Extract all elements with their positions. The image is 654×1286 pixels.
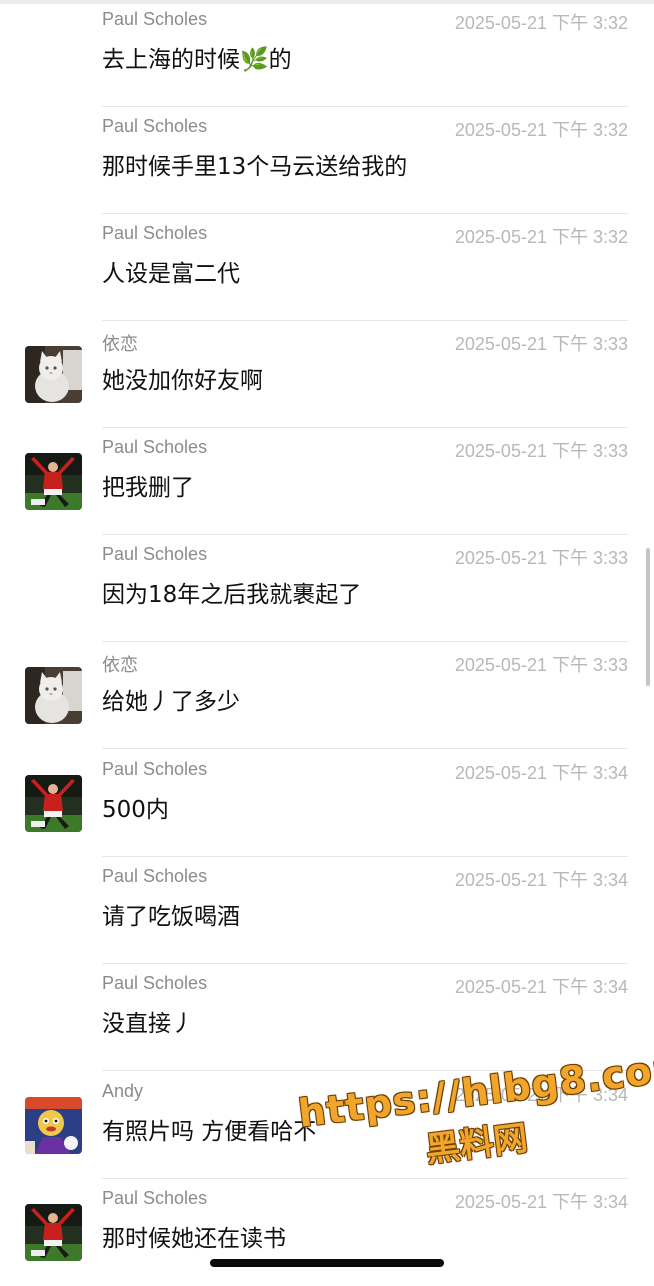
message-time: 2025-05-21 下午 3:33: [454, 334, 628, 354]
message-time: 2025-05-21 下午 3:33: [454, 548, 628, 568]
message-divider: [102, 1070, 628, 1071]
message-item[interactable]: Paul Scholes 2025-05-21 下午 3:32 那时候手里13个…: [0, 107, 654, 214]
message-item[interactable]: Paul Scholes 2025-05-21 下午 3:34 500内: [0, 750, 654, 857]
white-cat-avatar[interactable]: [25, 667, 82, 724]
sender-name[interactable]: Paul Scholes: [102, 223, 207, 244]
message-text[interactable]: 那时候手里13个马云送给我的: [102, 147, 407, 181]
message-item[interactable]: Paul Scholes 2025-05-21 下午 3:33 把我删了: [0, 428, 654, 535]
sender-name[interactable]: 依恋: [102, 651, 138, 677]
sender-name[interactable]: Paul Scholes: [102, 759, 207, 780]
message-time: 2025-05-21 下午 3:32: [454, 227, 628, 247]
message-time: 2025-05-21 下午 3:34: [454, 1192, 628, 1212]
message-text[interactable]: 没直接丿: [102, 1004, 194, 1038]
sender-name[interactable]: Paul Scholes: [102, 437, 207, 458]
sender-name[interactable]: Paul Scholes: [102, 116, 207, 137]
message-divider: [102, 748, 628, 749]
football-player-avatar[interactable]: [25, 453, 82, 510]
home-indicator[interactable]: [210, 1259, 444, 1267]
sender-name[interactable]: Andy: [102, 1081, 143, 1102]
message-text[interactable]: 人设是富二代: [102, 254, 240, 288]
message-text[interactable]: 去上海的时候🌿的: [102, 40, 292, 74]
sender-name[interactable]: 依恋: [102, 330, 138, 356]
message-text[interactable]: 把我删了: [102, 468, 194, 502]
message-text[interactable]: 她没加你好友啊: [102, 361, 263, 395]
message-item[interactable]: Paul Scholes 2025-05-21 下午 3:34 请了吃饭喝酒: [0, 857, 654, 964]
football-player-avatar[interactable]: [25, 775, 82, 832]
sender-name[interactable]: Paul Scholes: [102, 544, 207, 565]
message-text[interactable]: 有照片吗 方便看哈不: [102, 1112, 316, 1146]
message-item[interactable]: Paul Scholes 2025-05-21 下午 3:34 那时候她还在读书: [0, 1179, 654, 1286]
message-time: 2025-05-21 下午 3:33: [454, 655, 628, 675]
message-text[interactable]: 请了吃饭喝酒: [102, 897, 240, 931]
message-item[interactable]: 依恋 2025-05-21 下午 3:33 给她丿了多少: [0, 642, 654, 749]
sender-name[interactable]: Paul Scholes: [102, 1188, 207, 1209]
message-item[interactable]: 依恋 2025-05-21 下午 3:33 她没加你好友啊: [0, 321, 654, 428]
football-player-avatar[interactable]: [25, 1204, 82, 1261]
sender-name[interactable]: Paul Scholes: [102, 866, 207, 887]
message-time: 2025-05-21 下午 3:34: [454, 870, 628, 890]
message-time: 2025-05-21 下午 3:34: [454, 1085, 628, 1105]
message-item[interactable]: Paul Scholes 2025-05-21 下午 3:33 因为18年之后我…: [0, 535, 654, 642]
scrollbar-thumb[interactable]: [646, 548, 650, 686]
white-cat-avatar[interactable]: [25, 346, 82, 403]
cartoon-avatar[interactable]: [25, 1097, 82, 1154]
message-time: 2025-05-21 下午 3:32: [454, 13, 628, 33]
message-time: 2025-05-21 下午 3:34: [454, 977, 628, 997]
message-item[interactable]: Paul Scholes 2025-05-21 下午 3:34 没直接丿: [0, 964, 654, 1071]
message-text[interactable]: 给她丿了多少: [102, 682, 240, 716]
message-item[interactable]: Paul Scholes 2025-05-21 下午 3:32 去上海的时候🌿的: [0, 0, 654, 107]
message-time: 2025-05-21 下午 3:34: [454, 763, 628, 783]
message-text[interactable]: 那时候她还在读书: [102, 1219, 286, 1253]
message-text[interactable]: 500内: [102, 790, 169, 824]
message-item[interactable]: Paul Scholes 2025-05-21 下午 3:32 人设是富二代: [0, 214, 654, 321]
message-time: 2025-05-21 下午 3:33: [454, 441, 628, 461]
sender-name[interactable]: Paul Scholes: [102, 973, 207, 994]
message-text[interactable]: 因为18年之后我就裹起了: [102, 575, 361, 609]
message-time: 2025-05-21 下午 3:32: [454, 120, 628, 140]
message-item[interactable]: Andy 2025-05-21 下午 3:34 有照片吗 方便看哈不: [0, 1072, 654, 1179]
sender-name[interactable]: Paul Scholes: [102, 9, 207, 30]
